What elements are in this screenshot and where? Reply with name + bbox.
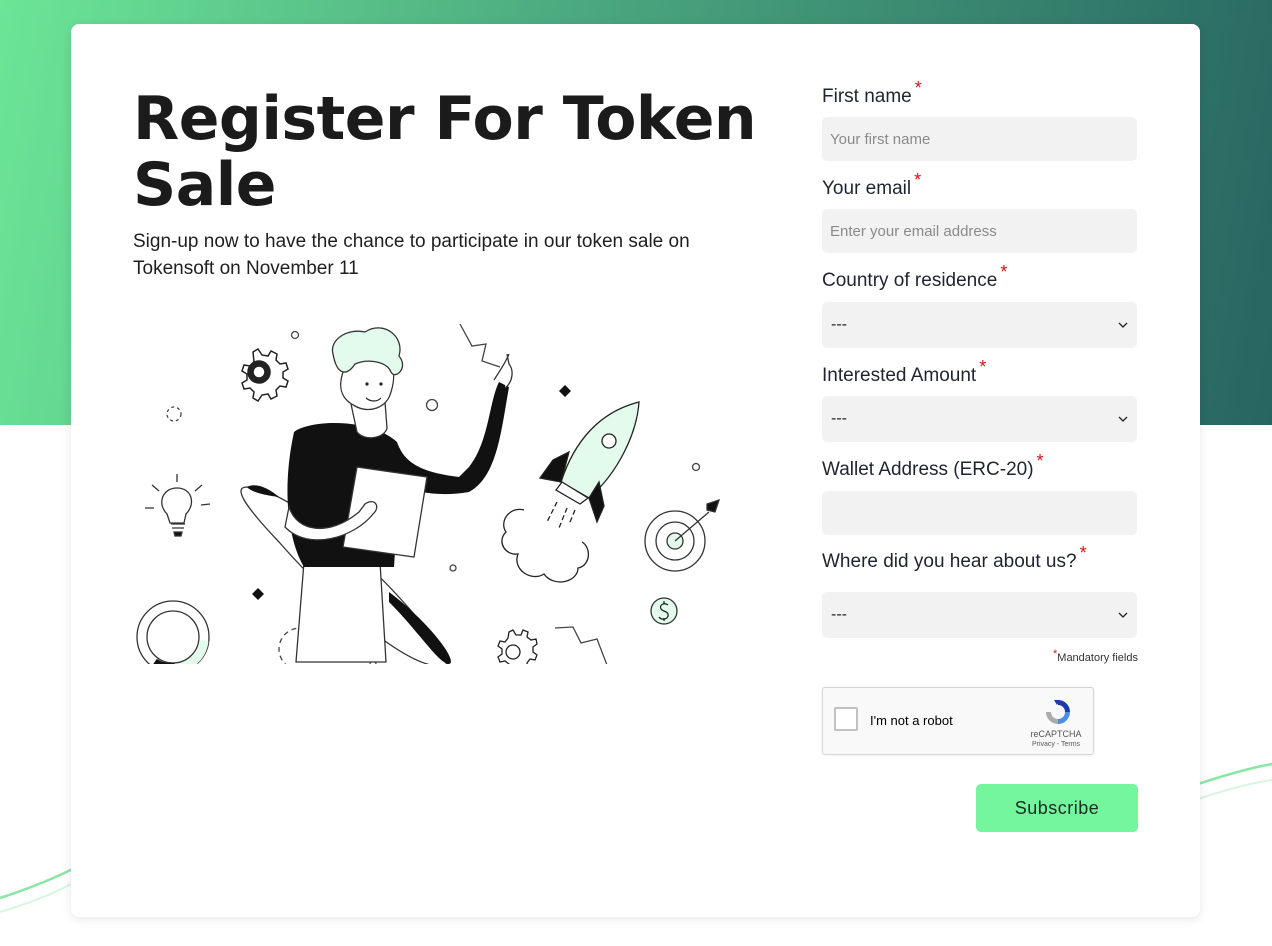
email-input[interactable] xyxy=(822,209,1137,253)
mandatory-fields-note: *Mandatory fields xyxy=(1053,648,1138,664)
rocket-icon xyxy=(501,401,640,583)
required-marker: * xyxy=(1036,451,1044,471)
page-subtitle: Sign-up now to have the chance to partic… xyxy=(133,231,690,279)
required-marker: * xyxy=(914,78,922,98)
target-icon xyxy=(644,498,721,572)
referral-source-select[interactable]: --- xyxy=(822,592,1137,638)
country-select-value: --- xyxy=(831,316,847,333)
country-select[interactable]: --- xyxy=(822,302,1137,348)
required-marker: * xyxy=(1079,543,1087,563)
required-marker: * xyxy=(914,170,922,190)
recaptcha-brand: reCAPTCHA xyxy=(1030,729,1082,739)
amount-select[interactable]: --- xyxy=(822,396,1137,442)
subscribe-button[interactable]: Subscribe xyxy=(976,784,1138,832)
required-marker: * xyxy=(1000,262,1008,282)
recaptcha-privacy-terms[interactable]: Privacy - Terms xyxy=(1013,741,1099,748)
recaptcha-label: I'm not a robot xyxy=(870,713,953,728)
amount-select-value: --- xyxy=(831,410,847,427)
referral-source-select-value: --- xyxy=(831,606,847,623)
dollar-icon xyxy=(650,597,678,625)
recaptcha-icon xyxy=(1046,700,1070,724)
hero-illustration xyxy=(136,323,721,664)
country-label: Country of residence * xyxy=(822,262,1008,291)
wallet-label: Wallet Address (ERC-20) * xyxy=(822,451,1044,480)
amount-label: Interested Amount * xyxy=(822,357,987,386)
lightbulb-icon xyxy=(145,474,211,537)
chevron-down-icon xyxy=(1118,416,1128,422)
recaptcha-widget: I'm not a robot reCAPTCHA Privacy - Term… xyxy=(822,687,1094,755)
required-marker: * xyxy=(979,357,987,377)
wallet-address-input[interactable] xyxy=(822,491,1137,535)
first-name-label: First name * xyxy=(822,78,922,107)
referral-source-label: Where did you hear about us? * xyxy=(822,543,1087,572)
first-name-input[interactable] xyxy=(822,117,1137,161)
gear-icon xyxy=(497,629,538,664)
donut-chart-icon xyxy=(136,600,210,664)
registration-card: Register For Token Sale Sign-up now to h… xyxy=(71,24,1200,917)
recaptcha-checkbox[interactable] xyxy=(834,707,858,731)
gear-icon xyxy=(241,347,289,403)
page-title: Register For Token Sale xyxy=(133,84,757,220)
email-label: Your email * xyxy=(822,170,922,199)
chevron-down-icon xyxy=(1118,322,1128,328)
chevron-down-icon xyxy=(1118,612,1128,618)
